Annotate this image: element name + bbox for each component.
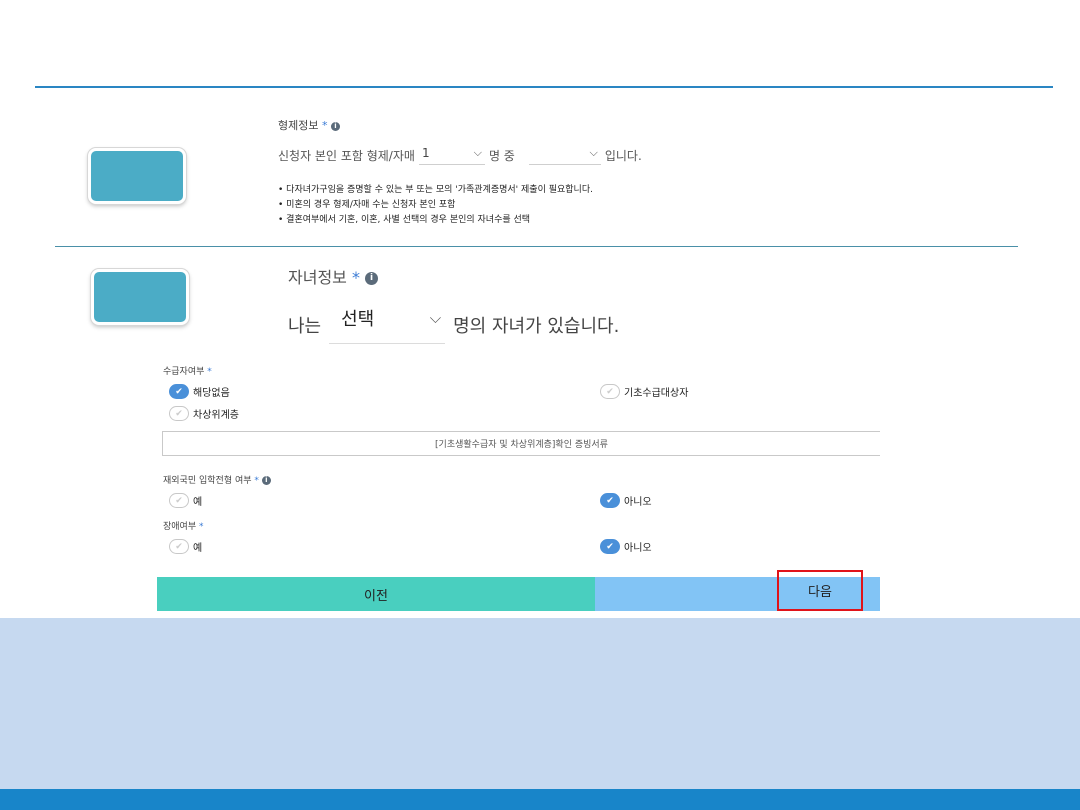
check-icon: ✔ (169, 493, 189, 508)
disability-no-label: 아니오 (624, 543, 652, 554)
siblings-prefix: 신청자 본인 포함 형제/자매 (278, 149, 415, 163)
children-count-row: 나는 선택 ⌵ 명의 자녀가 있습니다. (288, 305, 619, 344)
chevron-down-icon: ⌵ (589, 146, 598, 159)
prev-button[interactable]: 이전 (157, 577, 595, 611)
welfare-label-text: 수급자여부 (163, 367, 205, 377)
check-icon: ✔ (169, 384, 189, 399)
info-icon[interactable]: i (365, 272, 379, 285)
overseas-label: 재외국민 입학전형 여부 * i (163, 473, 271, 486)
siblings-count-value: 1 (421, 146, 430, 160)
siblings-mid-text: 명 중 (488, 149, 515, 163)
children-count-select[interactable]: 선택 ⌵ (329, 305, 446, 344)
welfare-label: 수급자여부 * (163, 364, 212, 377)
children-count-value: 선택 (341, 309, 375, 330)
bottom-panel (0, 618, 1080, 789)
step-badge-children (91, 269, 189, 325)
welfare-option-none[interactable]: ✔ 해당없음 (169, 384, 230, 399)
welfare-option-basic[interactable]: ✔ 기초수급대상자 (600, 384, 688, 399)
next-button[interactable]: 다음 (777, 570, 863, 611)
overseas-yes-label: 예 (193, 497, 203, 508)
disability-label-text: 장애여부 (163, 522, 197, 532)
siblings-count-select[interactable]: 1 ⌵ (418, 146, 485, 165)
required-mark: * (321, 119, 328, 132)
siblings-title-text: 형제정보 (278, 119, 319, 132)
disability-option-no[interactable]: ✔ 아니오 (600, 539, 652, 554)
step-badge-siblings (88, 148, 186, 204)
bottom-bar (0, 789, 1080, 810)
siblings-notes: 다자녀가구임을 증명할 수 있는 부 또는 모의 '가족관계증명서' 제출이 필… (278, 183, 593, 228)
married-count-select[interactable]: ⌵ (528, 146, 601, 165)
required-mark: * (207, 367, 212, 377)
chevron-down-icon: ⌵ (473, 146, 482, 159)
check-icon: ✔ (169, 406, 189, 421)
check-icon: ✔ (169, 539, 189, 554)
check-icon: ✔ (600, 493, 620, 508)
note-item: 결혼여부에서 기혼, 이혼, 사별 선택의 경우 본인의 자녀수를 선택 (278, 213, 593, 228)
welfare-option-near-poverty[interactable]: ✔ 차상위계층 (169, 406, 239, 421)
siblings-count-row: 신청자 본인 포함 형제/자매 1 ⌵ 명 중 ⌵ 입니다. (278, 146, 642, 165)
disability-label: 장애여부 * (163, 519, 204, 532)
note-item: 미혼의 경우 형제/자매 수는 신청자 본인 포함 (278, 198, 593, 213)
top-divider (35, 86, 1053, 88)
children-title-text: 자녀정보 (288, 268, 347, 287)
check-icon: ✔ (600, 384, 620, 399)
chevron-down-icon: ⌵ (429, 309, 442, 327)
welfare-document-upload[interactable]: [기초생활수급자 및 차상위계층]확인 증빙서류 (162, 431, 880, 456)
overseas-option-no[interactable]: ✔ 아니오 (600, 493, 652, 508)
check-icon: ✔ (600, 539, 620, 554)
required-mark: * (254, 476, 259, 486)
disability-option-yes[interactable]: ✔ 예 (169, 539, 202, 554)
overseas-label-text: 재외국민 입학전형 여부 (163, 476, 252, 486)
info-icon[interactable]: i (261, 476, 271, 485)
required-mark: * (199, 522, 204, 532)
children-prefix: 나는 (288, 315, 322, 337)
required-mark: * (351, 268, 360, 287)
welfare-option-label: 해당없음 (193, 388, 230, 399)
overseas-option-yes[interactable]: ✔ 예 (169, 493, 202, 508)
siblings-suffix: 입니다. (604, 149, 642, 163)
section-divider (55, 246, 1018, 247)
children-suffix: 명의 자녀가 있습니다. (453, 315, 620, 337)
siblings-title: 형제정보 * i (278, 117, 340, 133)
info-icon[interactable]: i (330, 121, 340, 131)
note-item: 다자녀가구임을 증명할 수 있는 부 또는 모의 '가족관계증명서' 제출이 필… (278, 183, 593, 198)
welfare-option-label: 차상위계층 (193, 410, 239, 421)
overseas-no-label: 아니오 (624, 497, 652, 508)
children-title: 자녀정보 * i (288, 264, 379, 288)
disability-yes-label: 예 (193, 543, 203, 554)
welfare-document-label: [기초생활수급자 및 차상위계층]확인 증빙서류 (435, 440, 608, 450)
welfare-option-label: 기초수급대상자 (624, 388, 689, 399)
